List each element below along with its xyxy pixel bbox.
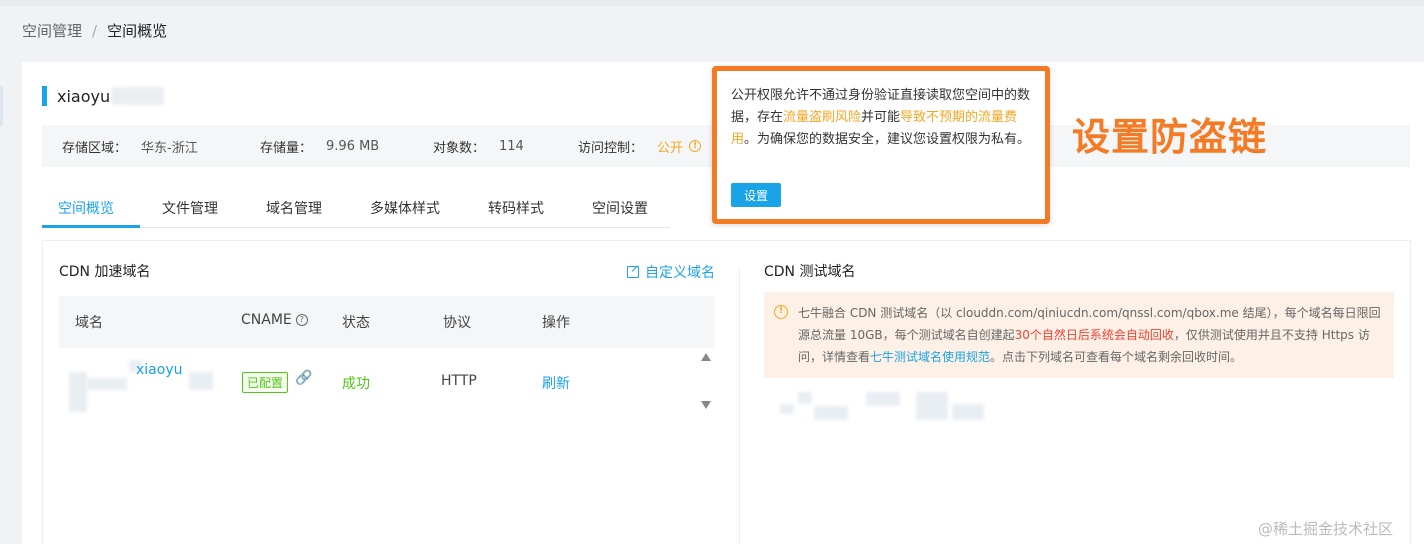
title-accent-bar: [42, 86, 47, 106]
stat-storage: 存储量： 9.96 MB: [260, 137, 379, 156]
redacted-test-domains: [780, 392, 990, 422]
stat-objects-label: 对象数：: [433, 140, 486, 156]
tab-media-styles[interactable]: 多媒体样式: [370, 198, 440, 218]
access-public-text: 公开: [657, 140, 684, 156]
tab-file-management[interactable]: 文件管理: [162, 198, 218, 218]
annotation-label: 设置防盗链: [1072, 115, 1268, 159]
refresh-link[interactable]: 刷新: [542, 373, 570, 393]
stat-access-control: 访问控制： 公开 !: [578, 137, 702, 156]
warning-icon: !: [774, 305, 788, 319]
bucket-tabs: 空间概览 文件管理 域名管理 多媒体样式 转码样式 空间设置: [42, 188, 670, 228]
col-action: 操作: [542, 315, 570, 331]
bucket-name: xiaoyu: [57, 86, 111, 106]
stat-region-label: 存储区域：: [62, 140, 128, 156]
table-row: xiaoyu 已配置 🔗 成功 HTTP 刷新: [59, 352, 705, 412]
protocol-value: HTTP: [441, 373, 477, 389]
public-access-warning-popup: 公开权限允许不通过身份验证直接读取您空间中的数据，存在流量盗刷风险并可能导致不预…: [712, 66, 1050, 224]
popup-text-3: 。为确保您的数据安全，建议您设置权限为私有。: [744, 132, 1031, 147]
alert-red-text: 30个自然日后系统会自动回收: [1014, 328, 1174, 342]
link-icon[interactable]: 🔗: [295, 370, 312, 386]
custom-domain-link[interactable]: 自定义域名: [627, 262, 715, 282]
tab-transcode-styles[interactable]: 转码样式: [488, 198, 544, 218]
col-cname: CNAME?: [241, 312, 308, 328]
col-protocol: 协议: [443, 315, 471, 331]
stat-objects-value: 114: [499, 138, 524, 154]
active-tab-underline: [42, 225, 140, 228]
stat-storage-value: 9.96 MB: [326, 138, 380, 154]
test-domain-title: CDN 测试域名: [764, 264, 856, 280]
popup-highlight-1: 流量盗刷风险: [783, 110, 862, 125]
breadcrumb-parent[interactable]: 空间管理: [22, 20, 82, 41]
alert-text-3: 。点击下列域名可查看每个域名剩余回收时间。: [990, 350, 1243, 364]
redacted-bucket-suffix: [112, 87, 165, 105]
test-domain-alert: ! 七牛融合 CDN 测试域名（以 clouddn.com/qiniucdn.c…: [764, 292, 1394, 378]
breadcrumb-separator: /: [92, 21, 98, 40]
stat-region-value: 华东-浙江: [141, 140, 198, 156]
set-permission-button[interactable]: 设置: [731, 183, 781, 207]
tab-domain-management[interactable]: 域名管理: [266, 198, 322, 218]
left-edge-accent: [0, 86, 3, 126]
watermark: @稀土掘金技术社区: [1258, 520, 1394, 538]
bucket-title: xiaoyu: [42, 86, 165, 106]
stat-region: 存储区域： 华东-浙江: [62, 137, 198, 156]
col-status: 状态: [342, 315, 370, 331]
warning-info-icon[interactable]: !: [689, 140, 702, 152]
breadcrumb: 空间管理 / 空间概览: [22, 20, 167, 41]
stat-objects: 对象数： 114: [433, 137, 524, 156]
custom-domain-label: 自定义域名: [645, 265, 715, 281]
col-cname-label: CNAME: [241, 312, 292, 328]
edit-icon: [627, 266, 639, 278]
status-success: 成功: [342, 376, 370, 392]
scroll-up-arrow[interactable]: [701, 353, 711, 361]
stat-access-label: 访问控制：: [578, 140, 644, 156]
test-domain-spec-link[interactable]: 七牛测试域名使用规范: [870, 350, 990, 364]
tab-bucket-settings[interactable]: 空间设置: [592, 198, 648, 218]
top-bar: [0, 0, 1424, 6]
cname-configured-badge: 已配置: [242, 372, 289, 393]
cdn-domain-link[interactable]: xiaoyu: [136, 362, 182, 378]
cdn-table-header: 域名 CNAME? 状态 协议 操作: [59, 296, 715, 348]
question-icon[interactable]: ?: [295, 314, 308, 326]
popup-text-2: 并可能: [861, 110, 901, 125]
col-domain: 域名: [75, 315, 103, 331]
scroll-down-arrow[interactable]: [701, 401, 711, 409]
panel-divider: [739, 268, 740, 544]
stat-storage-label: 存储量：: [260, 140, 313, 156]
stat-access-value[interactable]: 公开 !: [657, 137, 702, 156]
cdn-domain-title: CDN 加速域名: [59, 264, 151, 280]
breadcrumb-current: 空间概览: [107, 22, 168, 40]
tab-overview[interactable]: 空间概览: [58, 198, 114, 218]
